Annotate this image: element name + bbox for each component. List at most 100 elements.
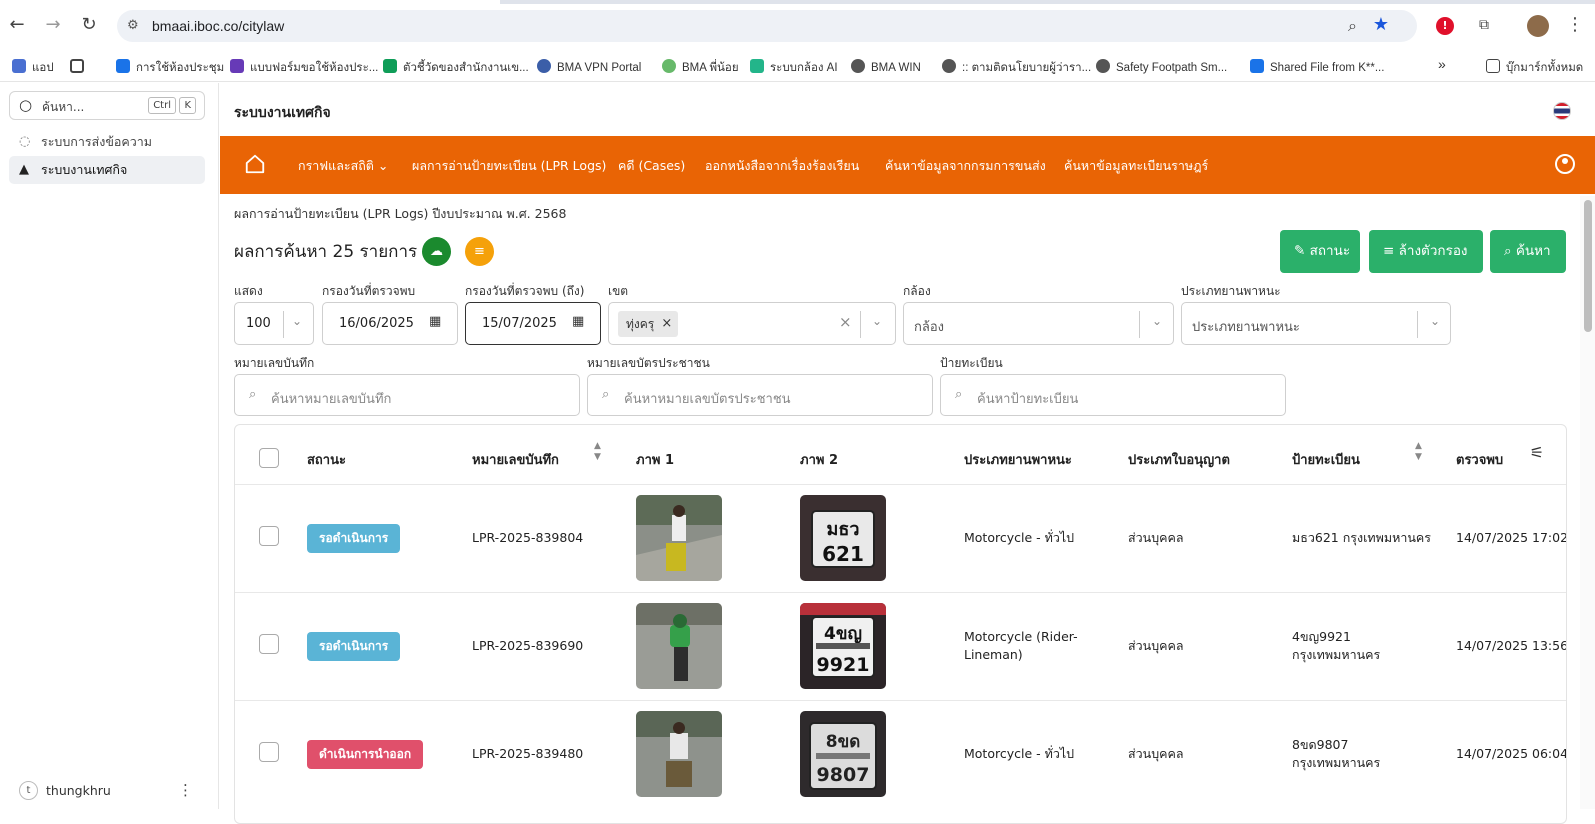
url-text[interactable]: bmaai.iboc.co/citylaw: [152, 18, 284, 34]
clear-filter-button[interactable]: ≡ ล้างตัวกรอง: [1369, 230, 1483, 273]
table-row[interactable]: ดำเนินการนำออก LPR-2025-839480 8ขด 9807 …: [235, 700, 1566, 808]
nav-item-cases[interactable]: คดี (Cases): [618, 156, 685, 176]
image2-plate-thumbnail[interactable]: มธว 621: [800, 495, 886, 581]
chip-remove-icon[interactable]: ×: [661, 311, 672, 337]
plate-search[interactable]: ⌕ ค้นหาป้ายทะเบียน: [940, 374, 1286, 416]
header-image1: ภาพ 1: [636, 453, 675, 468]
zoom-icon[interactable]: ⌕: [1348, 16, 1357, 36]
date-to-value: 15/07/2025: [482, 316, 557, 331]
camera-select[interactable]: กล้อง ⌄: [903, 302, 1174, 345]
extension-red-icon[interactable]: !: [1436, 17, 1454, 35]
header-record-no[interactable]: หมายเลขบันทึก: [472, 449, 559, 470]
status-badge[interactable]: รอดำเนินการ: [307, 524, 401, 553]
table-row[interactable]: รอดำเนินการ LPR-2025-839690 4ขญ 9921 Mot: [235, 592, 1566, 700]
sidebar-search[interactable]: ○ ค้นหา... Ctrl K: [9, 91, 205, 120]
bookmark-shared-file[interactable]: Shared File from K**...: [1250, 59, 1384, 74]
image1-thumbnail[interactable]: [636, 495, 722, 581]
address-bar[interactable]: ⚙ bmaai.iboc.co/citylaw ⌕ ★: [117, 10, 1417, 42]
home-icon[interactable]: [244, 153, 266, 175]
extensions-puzzle-icon[interactable]: ⧉: [1473, 14, 1495, 36]
vehicle-type-select[interactable]: ประเภทยานพาหนะ ⌄: [1181, 302, 1451, 345]
sort-icon[interactable]: ▲ ▼: [1415, 441, 1422, 463]
bookmark-bma-pinoi[interactable]: BMA พี่น้อย: [662, 59, 739, 77]
active-tab[interactable]: [0, 0, 500, 4]
bookmark-meeting-room[interactable]: การใช้ห้องประชุม: [116, 59, 224, 77]
chevron-down-icon: ⌄: [377, 158, 389, 173]
date-to-input[interactable]: 15/07/2025 ▦: [465, 302, 601, 345]
user-account-icon[interactable]: [1555, 154, 1575, 174]
user-profile-row[interactable]: t thungkhru ⋮: [9, 777, 205, 805]
browser-menu-icon[interactable]: ⋮: [1564, 14, 1586, 36]
row-checkbox[interactable]: [259, 526, 279, 546]
image1-thumbnail[interactable]: [636, 711, 722, 797]
district-select[interactable]: ทุ่งครุ × × ⌄: [608, 302, 896, 345]
image2-plate-thumbnail[interactable]: 4ขญ 9921: [800, 603, 886, 689]
clear-filter-label: ล้างตัวกรอง: [1398, 243, 1468, 259]
folder-icon: [1486, 59, 1500, 73]
sidebar-item-messaging[interactable]: ◌ ระบบการส่งข้อความ: [9, 128, 205, 156]
bookmark-vpn[interactable]: BMA VPN Portal: [537, 59, 641, 74]
plate-number: 4ขญ9921 กรุงเทพมหานคร: [1292, 628, 1380, 664]
profile-avatar[interactable]: [1527, 15, 1549, 37]
bookmarks-overflow-icon[interactable]: »: [1438, 56, 1446, 72]
nav-item-transport-dept[interactable]: ค้นหาข้อมูลจากกรมการขนส่ง: [885, 156, 1046, 176]
forward-arrow-icon[interactable]: →: [42, 14, 64, 36]
all-bookmarks[interactable]: บุ๊กมาร์กทั้งหมด: [1486, 59, 1583, 77]
divider: [860, 311, 861, 338]
header-vehicle-type[interactable]: ประเภทยานพาหนะ: [964, 449, 1072, 470]
page-scrollbar-thumb[interactable]: [1584, 200, 1592, 332]
camera-placeholder: กล้อง: [914, 320, 944, 335]
calendar-icon[interactable]: ▦: [429, 314, 441, 329]
nav-item-graphs[interactable]: กราฟและสถิติ ⌄: [298, 156, 388, 176]
image1-thumbnail[interactable]: [636, 603, 722, 689]
status-button[interactable]: ✎ สถานะ: [1280, 230, 1360, 273]
bookmark-bma-win[interactable]: BMA WIN: [851, 59, 921, 74]
sidebar-item-citylaw[interactable]: ▲ ระบบงานเทศกิจ: [9, 156, 205, 184]
calendar-icon[interactable]: ▦: [572, 314, 584, 329]
select-all-checkbox[interactable]: [259, 448, 279, 468]
bookmark-grid[interactable]: [70, 59, 90, 74]
plate-line1: 4ขญ9921: [1292, 629, 1351, 644]
column-settings-icon[interactable]: ⚟: [1530, 443, 1544, 462]
more-vertical-icon[interactable]: ⋮: [178, 781, 193, 799]
nav-item-civil-registry[interactable]: ค้นหาข้อมูลทะเบียนราษฎร์: [1064, 156, 1208, 176]
image2-plate-thumbnail[interactable]: 8ขด 9807: [800, 711, 886, 797]
reload-icon[interactable]: ↻: [78, 14, 100, 36]
thai-flag-icon[interactable]: [1553, 102, 1571, 120]
record-no: LPR-2025-839480: [472, 746, 584, 761]
header-status[interactable]: สถานะ: [307, 449, 346, 470]
nav-item-complaints[interactable]: ออกหนังสือจากเรื่องร้องเรียน: [705, 156, 859, 176]
divider: [1417, 311, 1418, 338]
clear-icon[interactable]: ×: [839, 313, 852, 331]
status-badge[interactable]: รอดำเนินการ: [307, 632, 401, 661]
site-info-icon[interactable]: ⚙: [127, 18, 139, 33]
search-button[interactable]: ⌕ ค้นหา: [1490, 230, 1566, 273]
bookmark-kpi[interactable]: ตัวชี้วัดของสำนักงานเข...: [383, 59, 529, 77]
bookmark-apps[interactable]: แอป: [12, 59, 54, 77]
bookmark-safety-footpath[interactable]: Safety Footpath Sm...: [1096, 59, 1227, 74]
sort-icon[interactable]: ▲ ▼: [594, 441, 601, 463]
date-from-input[interactable]: 16/06/2025 ▦: [322, 302, 458, 345]
date-from-label: กรองวันที่ตรวจพบ: [322, 284, 416, 298]
row-checkbox[interactable]: [259, 742, 279, 762]
nav-item-lpr-logs[interactable]: ผลการอ่านป้ายทะเบียน (LPR Logs): [412, 156, 606, 176]
header-plate[interactable]: ป้ายทะเบียน: [1292, 449, 1360, 470]
bookmark-policy[interactable]: :: ตามติดนโยบายผู้ว่ารา...: [942, 59, 1091, 77]
database-icon[interactable]: ≡: [465, 237, 494, 266]
header-license-type[interactable]: ประเภทใบอนุญาต: [1128, 449, 1230, 470]
header-detected[interactable]: ตรวจพบ: [1456, 449, 1526, 470]
cloud-download-icon[interactable]: ☁: [422, 237, 451, 266]
bookmark-star-icon[interactable]: ★: [1373, 14, 1389, 35]
table-row[interactable]: รอดำเนินการ LPR-2025-839804 มธว 621 Moto…: [235, 484, 1566, 592]
citizen-id-search[interactable]: ⌕ ค้นหาหมายเลขบัตรประชาชน: [587, 374, 933, 416]
bookmark-ai-camera[interactable]: ระบบกล้อง AI: [750, 59, 838, 77]
all-bookmarks-label: บุ๊กมาร์กทั้งหมด: [1506, 62, 1584, 74]
record-no-search[interactable]: ⌕ ค้นหาหมายเลขบันทึก: [234, 374, 580, 416]
row-checkbox[interactable]: [259, 634, 279, 654]
back-arrow-icon[interactable]: ←: [6, 14, 28, 36]
bookmark-form[interactable]: แบบฟอร์มขอใช้ห้องประ...: [230, 59, 378, 77]
status-badge[interactable]: ดำเนินการนำออก: [307, 740, 424, 769]
plate-photo-image: 8ขด 9807: [800, 711, 886, 797]
plate-label: ป้ายทะเบียน: [940, 356, 1003, 370]
page-size-select[interactable]: 100 ⌄: [234, 302, 314, 345]
